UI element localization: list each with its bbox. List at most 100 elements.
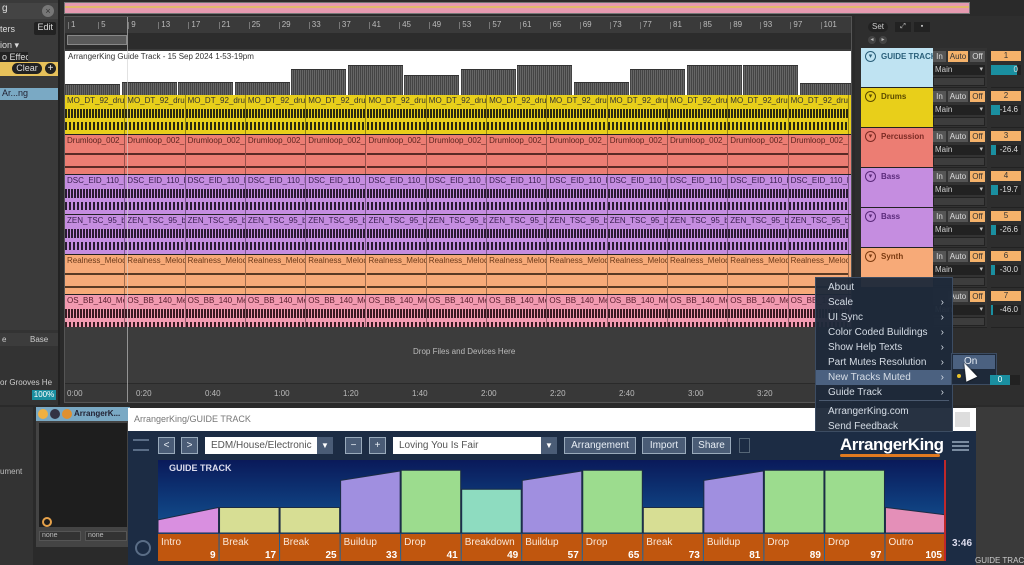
set-button[interactable]: Set	[868, 22, 888, 32]
audio-clip[interactable]: MO_DT_92_drur	[125, 95, 186, 134]
audio-track-lane[interactable]: ZEN_TSC_95_ba ZEN_TSC_95_ba ZEN_TSC_95_ba Z…	[65, 215, 851, 255]
audio-clip[interactable]: DSC_EID_110_b	[366, 175, 427, 214]
audio-clip[interactable]: ZEN_TSC_95_ba	[185, 215, 246, 254]
track-activator-button[interactable]: 5	[991, 211, 1021, 221]
audio-clip[interactable]: ZEN_TSC_95_ba	[426, 215, 488, 254]
monitor-in-button[interactable]: In	[933, 171, 946, 182]
track-volume[interactable]: -26.4	[991, 145, 1021, 155]
section-building[interactable]	[884, 506, 945, 534]
input-channel-field[interactable]	[933, 237, 985, 246]
monitor-in-button[interactable]: In	[933, 51, 946, 62]
monitor-auto-button[interactable]: Auto	[948, 91, 968, 102]
device-power-icon[interactable]	[38, 409, 48, 419]
monitor-in-button[interactable]: In	[933, 251, 946, 262]
audio-track-lane[interactable]: DSC_EID_110_b DSC_EID_110_b DSC_EID_110_b D…	[65, 175, 851, 215]
audio-clip[interactable]: DSC_EID_110_b	[728, 175, 789, 214]
audio-clip[interactable]: Realness_Melod	[426, 255, 488, 294]
audio-clip[interactable]: DSC_EID_110_b	[668, 175, 729, 214]
audio-clip[interactable]: Realness_Melod	[65, 255, 126, 294]
audio-track-lane[interactable]: Realness_Melod Realness_Melod Realness_Mel…	[65, 255, 851, 295]
device-select-b[interactable]: none	[85, 531, 127, 541]
audio-clip[interactable]: Realness_Melod	[547, 255, 608, 294]
fold-track-icon[interactable]: ▾	[865, 91, 876, 102]
audio-clip[interactable]: DSC_EID_110_b	[788, 175, 849, 214]
audio-clip[interactable]: MO_DT_92_drur	[487, 95, 548, 134]
menu-item[interactable]: Part Mutes Resolution ›	[816, 355, 952, 370]
audio-clip[interactable]: MO_DT_92_drur	[607, 95, 668, 134]
track-volume[interactable]: -26.6	[991, 225, 1021, 235]
next-genre-button[interactable]: >	[181, 437, 198, 454]
import-button[interactable]: Import	[642, 437, 686, 454]
track-header[interactable]: ▾ Bass	[861, 208, 933, 248]
time-ruler[interactable]: 0:00 0:20 0:40 1:00 1:20 1:40 2:00 2:20 2:40 3:00…	[65, 383, 851, 401]
track-header[interactable]: ▾ GUIDE TRACK	[861, 48, 937, 88]
audio-clip[interactable]: DSC_EID_110_b	[245, 175, 307, 214]
monitor-auto-button[interactable]: Auto	[948, 51, 968, 62]
menu-item[interactable]: Scale ›	[816, 295, 952, 310]
audio-clip[interactable]: ZEN_TSC_95_ba	[607, 215, 668, 254]
audio-clip[interactable]: DSC_EID_110_b	[125, 175, 186, 214]
monitor-auto-button[interactable]: Auto	[948, 131, 968, 142]
audio-clip[interactable]: MO_DT_92_drur	[306, 95, 367, 134]
arrangement-overview[interactable]	[64, 2, 970, 14]
menu-item[interactable]: Color Coded Buildings ›	[816, 325, 952, 340]
monitor-off-button[interactable]: Off	[970, 91, 985, 102]
device-ring-icon[interactable]	[42, 517, 52, 527]
input-channel-field[interactable]	[933, 117, 985, 126]
track-volume[interactable]: -14.6	[991, 105, 1021, 115]
output-select[interactable]: Main	[933, 145, 985, 155]
track-header[interactable]: ▾ Drums	[861, 88, 933, 128]
track-activator-button[interactable]: 3	[991, 131, 1021, 141]
audio-clip[interactable]: Realness_Melod	[668, 255, 729, 294]
audio-clip[interactable]: Drumloop_002_	[487, 135, 548, 174]
track-activator-button[interactable]: 1	[991, 51, 1021, 61]
menu-item[interactable]: New Tracks Muted ›	[816, 370, 952, 385]
audio-clip[interactable]: MO_DT_92_drur	[366, 95, 427, 134]
song-select[interactable]: Loving You Is Fair ▼	[393, 437, 557, 454]
audio-clip[interactable]: Drumloop_002_	[245, 135, 307, 174]
nav-right-icon[interactable]: ▸	[879, 36, 887, 44]
output-select[interactable]: Main	[933, 185, 985, 195]
audio-clip[interactable]: Realness_Melod	[245, 255, 307, 294]
device-fold-icon[interactable]	[50, 409, 60, 419]
fold-track-icon[interactable]: ▾	[865, 171, 876, 182]
section-building[interactable]	[219, 506, 280, 534]
section-building[interactable]	[461, 488, 522, 534]
monitor-off-button[interactable]: Off	[970, 171, 985, 182]
export-document-icon[interactable]	[739, 438, 750, 453]
audio-clip[interactable]: MO_DT_92_drur	[245, 95, 307, 134]
audio-clip[interactable]: DSC_EID_110_b	[607, 175, 668, 214]
audio-clip[interactable]: ZEN_TSC_95_ba	[306, 215, 367, 254]
audio-clip[interactable]: Drumloop_002_	[788, 135, 849, 174]
audio-clip[interactable]: Realness_Melod	[185, 255, 246, 294]
menu-item[interactable]: Send Feedback	[816, 419, 952, 434]
audio-clip[interactable]: ZEN_TSC_95_ba	[245, 215, 307, 254]
audio-clip[interactable]: ZEN_TSC_95_ba	[668, 215, 729, 254]
section-building[interactable]	[521, 470, 583, 534]
track-activator-button[interactable]: 4	[991, 171, 1021, 181]
output-select[interactable]: Main	[933, 105, 985, 115]
plugin-close-button[interactable]	[955, 412, 970, 427]
groove-amount[interactable]: 100%	[32, 390, 56, 400]
audio-clip[interactable]: DSC_EID_110_b	[487, 175, 548, 214]
audio-clip[interactable]: Realness_Melod	[306, 255, 367, 294]
monitor-in-button[interactable]: In	[933, 131, 946, 142]
section-building[interactable]	[824, 469, 885, 534]
device-edit-icon[interactable]	[62, 409, 72, 419]
device-header[interactable]: ArrangerK...	[36, 407, 130, 421]
monitor-off-button[interactable]: Off	[970, 291, 985, 302]
device-select-a[interactable]: none	[39, 531, 81, 541]
edit-button[interactable]: Edit	[34, 22, 56, 35]
audio-clip[interactable]: Drumloop_002_	[125, 135, 186, 174]
nav-left-icon[interactable]: ◂	[868, 36, 876, 44]
track-header[interactable]: ▾ Bass	[861, 168, 933, 208]
input-channel-field[interactable]	[933, 77, 985, 86]
audio-track-lane[interactable]: MO_DT_92_drur MO_DT_92_drur MO_DT_92_drur M…	[65, 95, 851, 135]
audio-clip[interactable]: MO_DT_92_drur	[65, 95, 126, 134]
drop-zone[interactable]: Drop Files and Devices Here	[65, 327, 851, 383]
monitor-off-button[interactable]: Off	[970, 51, 985, 62]
audio-clip[interactable]: Drumloop_002_	[728, 135, 789, 174]
track-activator-button[interactable]: 2	[991, 91, 1021, 101]
section-dropdown[interactable]: ion ▾	[0, 40, 58, 51]
fold-track-icon[interactable]: ▾	[865, 251, 876, 262]
